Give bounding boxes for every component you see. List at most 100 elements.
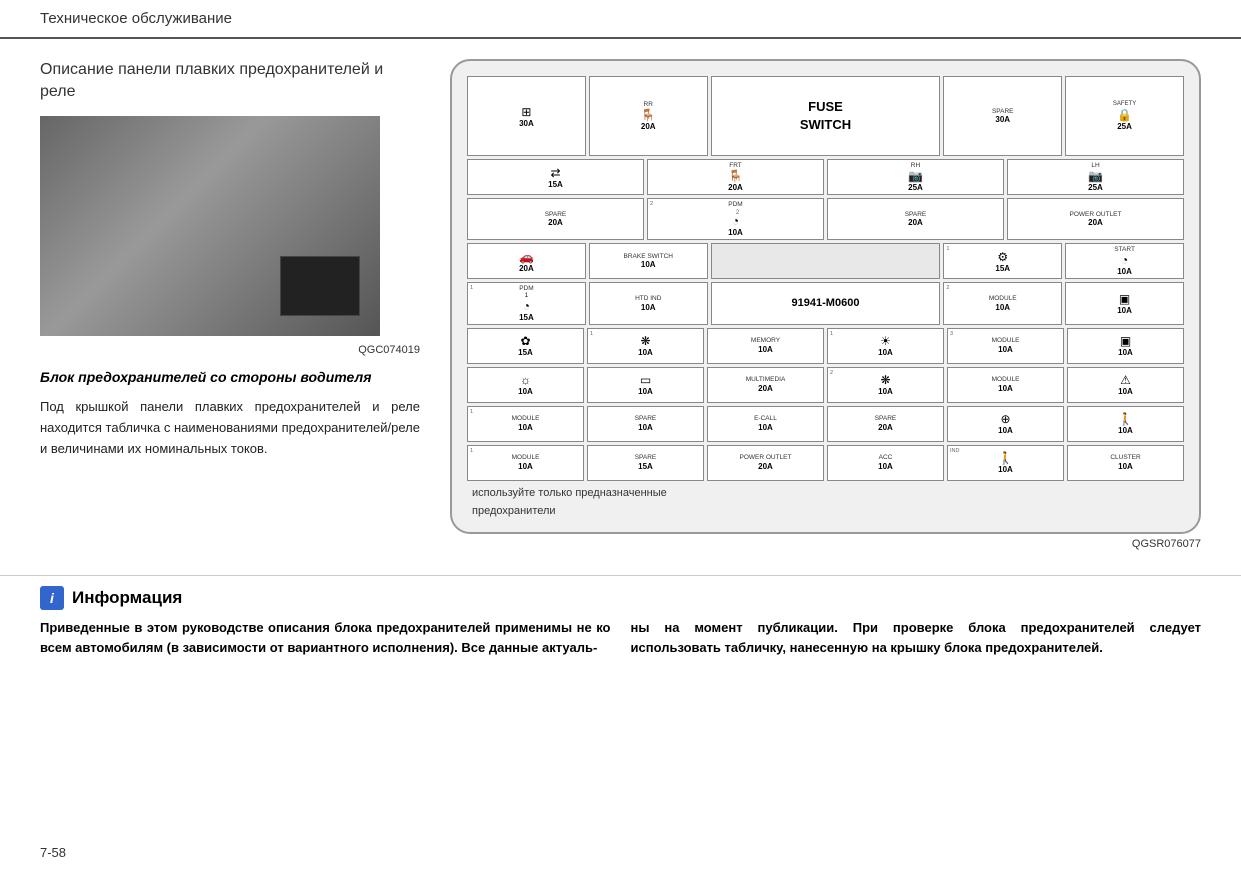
fuse-cell-8-6: 🚶 10A <box>1067 406 1184 442</box>
fuse-label: RR <box>644 101 653 108</box>
fuse-box-photo <box>280 256 360 316</box>
fuse-amp: 10A <box>1118 426 1133 435</box>
fuse-cell-2-1: ⇄ 15A <box>467 159 644 195</box>
engine-icon: ⚙ <box>997 250 1008 264</box>
fuse-label-start: START <box>1114 246 1135 253</box>
fuse-amp: 20A <box>758 462 773 471</box>
fuse-amp: 25A <box>1088 183 1103 192</box>
fuse-amp: 10A <box>728 228 743 237</box>
relay2-icon: ◔ <box>523 299 530 313</box>
fuse-row-6: ✿ 15A 1 ❋ 10A MEMORY 10A 1 ☀ 10A <box>467 328 1184 364</box>
fuse-cell-4-3-empty <box>711 243 941 279</box>
fuse-cell-5-2-htd: HTD IND 10A <box>589 282 708 324</box>
fuse-cell-1-5: SAFETY 🔒 25A <box>1065 76 1184 156</box>
fuse-amp: 15A <box>995 264 1010 273</box>
fuse-cell-9-5: IND 🚶 10A <box>947 445 1064 481</box>
fuse-cell-4-6: START ◔ 10A <box>1065 243 1184 279</box>
fuse-label: PDM <box>519 285 533 292</box>
fuse-cell-8-2: SPARE 10A <box>587 406 704 442</box>
fuse-amp: 25A <box>908 183 923 192</box>
info-icon: i <box>40 586 64 610</box>
fuse-cell-7-6: ⚠ 10A <box>1067 367 1184 403</box>
fuse-label-spare2: SPARE <box>875 415 897 422</box>
fuse-sup: 3 <box>950 331 953 337</box>
fuse-cell-3-5: POWER OUTLET 20A <box>1007 198 1184 240</box>
block-description: Под крышкой панели плавких предохранител… <box>40 397 420 459</box>
part-number-cell: 91941-M0600 <box>711 282 941 324</box>
fuse-amp: 15A <box>638 462 653 471</box>
fuse-cell-8-1: 1 MODULE 10A <box>467 406 584 442</box>
fuse-sup: 1 <box>830 331 833 337</box>
fuse-label-memory: MEMORY <box>751 337 780 344</box>
fuse-label-module: MODULE <box>512 415 540 422</box>
fuse-label-power-outlet: POWER OUTLET <box>1069 211 1121 218</box>
fuse-label: PDM <box>728 201 742 208</box>
fuse-row-7: ☼ 10A ▭ 10A MULTIMEDIA 20A 2 ❋ 10A MOD <box>467 367 1184 403</box>
fuse-cell-1-1: ⊞ 30A <box>467 76 586 156</box>
fuse-amp: 15A <box>548 180 563 189</box>
seat-icon: 🪑 <box>728 169 743 183</box>
fuse-sup2: 2 <box>736 210 739 216</box>
info-col-1: Приведенные в этом руководстве описания … <box>40 618 611 660</box>
screen-icon: ▭ <box>640 373 651 387</box>
fuse-label: SPARE <box>545 211 567 218</box>
warn-icon: ⚠ <box>1120 373 1131 387</box>
sun2-icon: ☼ <box>520 373 531 387</box>
car-icon: 🚗 <box>519 250 534 264</box>
fuse-amp: 10A <box>998 426 1013 435</box>
fuse-amp: 20A <box>548 218 563 227</box>
info-text-block: Приведенные в этом руководстве описания … <box>40 618 1201 660</box>
fuse-cell-7-2: ▭ 10A <box>587 367 704 403</box>
fuse-amp: 10A <box>878 462 893 471</box>
fuse-amp: 20A <box>728 183 743 192</box>
relay-icon: ◔ <box>732 214 739 228</box>
fuse-row-1: ⊞ 30A RR 🪑 20A FUSE SWITCH SPARE 30A S <box>467 76 1184 156</box>
fuse-sup-ind: IND <box>950 448 959 454</box>
fuse-amp: 10A <box>518 423 533 432</box>
fuse-row-4: 🚗 20A BRAKE SWITCH 10A 1 ⚙ 15A START ◔ <box>467 243 1184 279</box>
fuse-amp: 20A <box>641 122 656 131</box>
fuse-amp: 10A <box>998 345 1013 354</box>
fuse-cell-7-5: MODULE 10A <box>947 367 1064 403</box>
fuse-cell-1-2: RR 🪑 20A <box>589 76 708 156</box>
fuse-row-2: ⇄ 15A FRT 🪑 20A RH 📷 25A LH 📷 25A <box>467 159 1184 195</box>
fuse-cell-9-2: SPARE 15A <box>587 445 704 481</box>
fuse-cell-6-2: 1 ❋ 10A <box>587 328 704 364</box>
fuse-cell-6-1: ✿ 15A <box>467 328 584 364</box>
diagram-code: QGSR076077 <box>450 538 1201 550</box>
seat-icon: 🪑 <box>641 108 656 122</box>
fuse-row-9: 1 MODULE 10A SPARE 15A POWER OUTLET 20A … <box>467 445 1184 481</box>
fuse-label-module: MODULE <box>989 295 1017 302</box>
fuse-cell-5-6: ▣ 10A <box>1065 282 1184 324</box>
left-column: Описание панели плавких предохранителей … <box>40 59 420 550</box>
fuse-label-module: MODULE <box>992 376 1020 383</box>
fuse-cell-1-4: SPARE 30A <box>943 76 1062 156</box>
fuse-amp: 10A <box>878 387 893 396</box>
fuse-amp: 10A <box>1117 267 1132 276</box>
fuse-cell-6-4: 1 ☀ 10A <box>827 328 944 364</box>
fuse-amp: 15A <box>519 313 534 322</box>
section-title: Описание панели плавких предохранителей … <box>40 59 420 104</box>
hvac-icon: ✿ <box>520 334 530 348</box>
fuse-switch-cell: FUSE SWITCH <box>711 76 941 156</box>
fuse-label: SPARE <box>905 211 927 218</box>
page-number: 7-58 <box>40 845 66 860</box>
fuse-label-multimedia: MULTIMEDIA <box>746 376 786 383</box>
block-subtitle: Блок предохранителей со стороны водителя <box>40 368 420 388</box>
fuse-cell-9-6: CLUSTER 10A <box>1067 445 1184 481</box>
fuse-amp: 10A <box>641 303 656 312</box>
fuse-label-power2: POWER OUTLET <box>739 454 791 461</box>
steering-icon: ⇄ <box>550 166 560 180</box>
fuse-panel-diagram: ⊞ 30A RR 🪑 20A FUSE SWITCH SPARE 30A S <box>450 59 1201 534</box>
fuse-cell-6-5: 3 MODULE 10A <box>947 328 1064 364</box>
fuse-note-2: предохранители <box>467 505 1184 517</box>
fuse-sup: 2 <box>650 201 653 207</box>
fuse-amp: 10A <box>1118 462 1133 471</box>
fuse-amp: 15A <box>518 348 533 357</box>
sos-icon: ⊕ <box>1000 412 1010 426</box>
fuse-amp: 10A <box>998 384 1013 393</box>
fuse-cell-8-4: SPARE 20A <box>827 406 944 442</box>
fuse-sup: 2 <box>830 370 833 376</box>
fuse-amp: 20A <box>758 384 773 393</box>
fuse-label-module: MODULE <box>992 337 1020 344</box>
